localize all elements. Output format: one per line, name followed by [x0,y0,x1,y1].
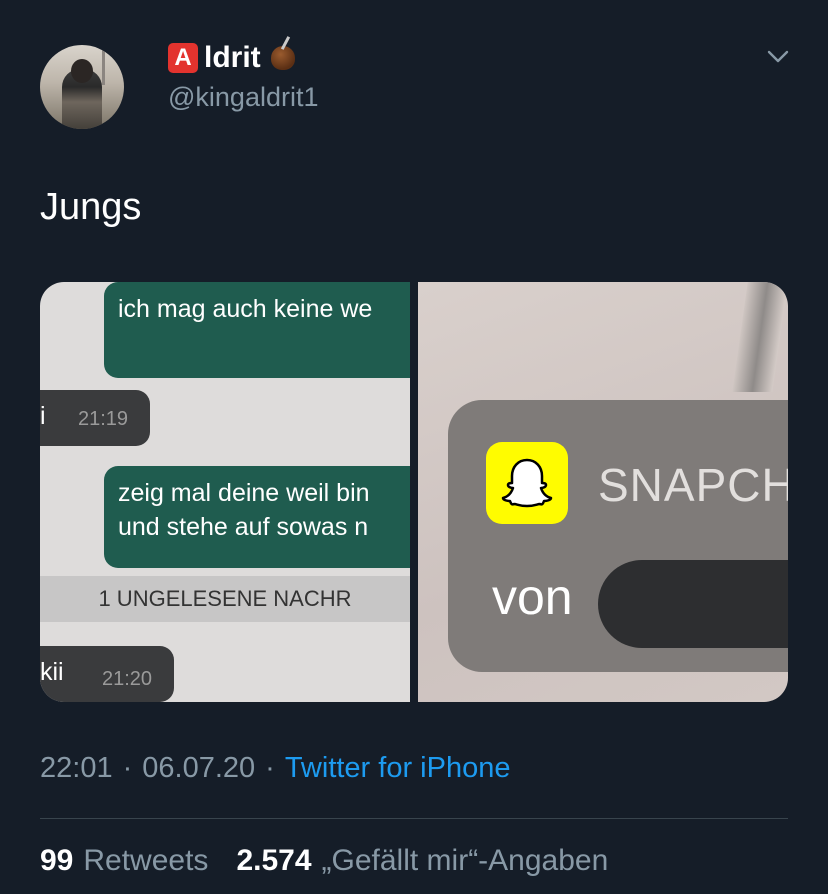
snapchat-notification: SNAPCH von [448,400,788,672]
separator-dot: · [265,752,275,784]
chat-bubble-text: ich mag auch keine we [118,295,373,323]
unread-messages-bar: 1 UNGELESENE NACHR [40,576,410,622]
tweet-stats: 99 Retweets 2.574 „Gefällt mir“-Angaben [40,844,608,878]
tweet-source-link[interactable]: Twitter for iPhone [285,752,511,785]
background-object [732,282,788,392]
chat-timestamp: 21:19 [78,408,129,430]
media-image-chat[interactable]: ich mag auch keine we i 21:19 zeig mal d… [40,282,410,702]
chat-bubble-text: kii [40,658,64,686]
snapchat-ghost-icon [486,442,568,524]
chevron-down-icon[interactable] [766,44,790,68]
chat-bubble-text: i [40,402,46,430]
author-handle[interactable]: @kingaldrit1 [168,82,318,113]
likes-count[interactable]: 2.574 [236,844,311,878]
chat-bubble-incoming: kii 21:20 [40,646,174,702]
chat-bubble-outgoing: ich mag auch keine we [104,282,410,378]
chat-timestamp: 21:20 [102,668,153,690]
chat-bubble-incoming: i 21:19 [40,390,150,446]
author-display-name: ldrit [204,41,261,74]
media-image-snapchat[interactable]: SNAPCH von [418,282,788,702]
a-button-emoji-icon: A [168,43,198,73]
chat-bubble-text: zeig mal deine weil bin [118,479,370,507]
avatar[interactable] [40,45,124,129]
chat-bubble-outgoing: zeig mal deine weil bin und stehe auf so… [104,466,410,568]
chat-bubble-text: und stehe auf sowas n [118,513,369,541]
divider [40,818,788,819]
notification-from-label: von [492,569,573,625]
tweet-date: 06.07.20 [142,752,256,784]
likes-label[interactable]: „Gefällt mir“-Angaben [322,844,609,878]
redacted-sender [598,560,788,648]
separator-dot: · [122,752,133,784]
avatar-head [71,59,93,83]
tweet-meta: 22:01 · 06.07.20 · Twitter for iPhone [40,752,510,785]
tweet-time: 22:01 [40,752,113,784]
author-name[interactable]: A ldrit [168,38,295,78]
retweets-count[interactable]: 99 [40,844,73,878]
tweet-text: Jungs [40,186,142,228]
notification-app-title: SNAPCH [598,459,788,511]
avatar-background [102,45,105,85]
mate-icon [270,46,295,70]
retweets-label[interactable]: Retweets [83,844,208,878]
tweet-media[interactable]: ich mag auch keine we i 21:19 zeig mal d… [40,282,788,702]
